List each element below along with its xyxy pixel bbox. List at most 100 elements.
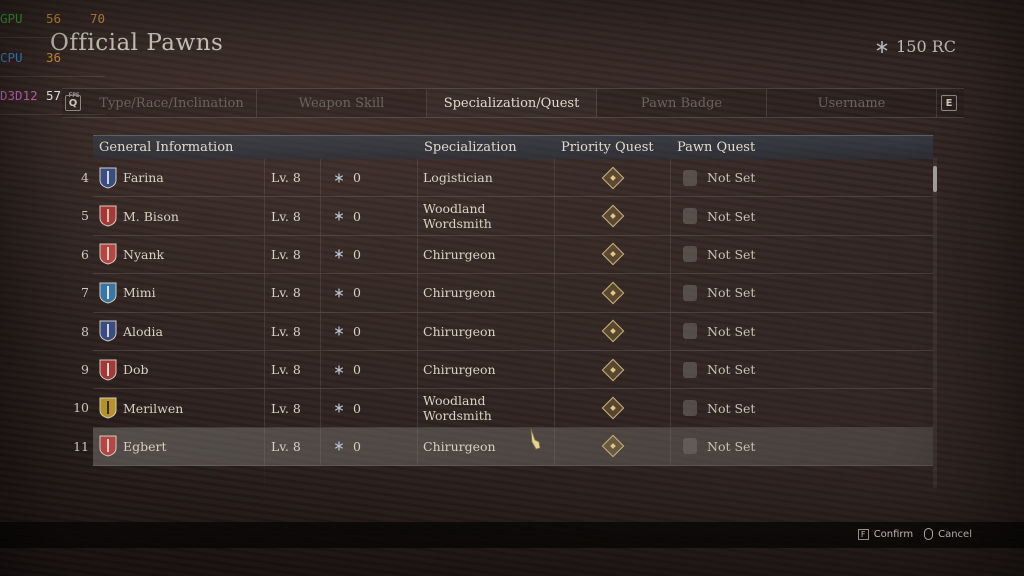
pawn-name: Mimi — [123, 285, 156, 301]
pawn-quest-icon — [683, 361, 697, 378]
pawn-name: Dob — [123, 362, 149, 378]
table-header: General Information Specialization Prior… — [93, 135, 933, 159]
pawn-quest-icon — [683, 169, 697, 186]
priority-quest-icon — [601, 166, 624, 190]
row-number: 6 — [81, 246, 89, 262]
pawn-name: Egbert — [123, 438, 167, 454]
pawn-rc-cell: 0 — [321, 350, 418, 389]
tab-pawn-badge[interactable]: Pawn Badge — [597, 89, 767, 117]
pawn-rc-value: 0 — [353, 400, 361, 416]
pawn-quest-cell: Not Set — [671, 428, 933, 465]
pawn-quest-status: Not Set — [707, 438, 756, 454]
pawn-rc-value: 0 — [353, 438, 361, 454]
pawn-quest-status: Not Set — [707, 323, 756, 339]
gpu-temp: 70 — [90, 11, 106, 27]
q-key-icon[interactable]: Q — [65, 95, 81, 111]
pawn-table: General Information Specialization Prior… — [93, 135, 933, 487]
table-row[interactable]: Merilwen Lv. 8 0 Woodland Wordsmith Not Set — [93, 389, 933, 428]
rift-crystal-balance: 150 RC — [874, 37, 956, 56]
tab-type-race-inclination[interactable]: Type/Race/Inclination — [87, 89, 257, 117]
api-label: D3D12 — [0, 87, 38, 103]
priority-quest-icon — [601, 396, 624, 420]
tab-weapon-skill[interactable]: Weapon Skill — [257, 89, 427, 117]
table-row-partial[interactable] — [93, 466, 933, 487]
vocation-shield-icon — [99, 397, 117, 419]
fps-value: 57 — [46, 87, 62, 103]
vocation-shield-icon — [99, 205, 117, 227]
currency-amount: 150 RC — [896, 37, 956, 56]
priority-quest-cell[interactable] — [555, 350, 671, 389]
pawn-rc-cell: 0 — [321, 197, 418, 235]
table-row[interactable]: Alodia Lv. 8 0 Chirurgeon Not Set — [93, 312, 933, 351]
cancel-button[interactable]: Cancel — [938, 529, 972, 540]
table-row[interactable]: Egbert Lv. 8 0 Chirurgeon Not Set — [93, 427, 933, 467]
priority-quest-icon — [601, 319, 624, 343]
pawn-rc-cell: 0 — [321, 235, 418, 274]
rift-crystal-icon — [334, 249, 344, 259]
row-number: 10 — [73, 400, 89, 416]
priority-quest-icon — [601, 358, 624, 381]
pawn-quest-icon — [683, 323, 697, 340]
e-key-icon[interactable]: E — [941, 95, 957, 111]
table-row[interactable]: Mimi Lv. 8 0 Chirurgeon Not Set — [93, 274, 933, 313]
page-title: Official Pawns — [50, 30, 224, 56]
pawn-quest-cell: Not Set — [671, 351, 933, 388]
priority-quest-icon — [601, 204, 624, 228]
pawn-quest-icon — [683, 246, 697, 263]
priority-quest-icon — [601, 281, 624, 305]
table-row[interactable]: Nyank Lv. 8 0 Chirurgeon Not Set — [93, 235, 933, 275]
priority-quest-cell[interactable] — [555, 235, 671, 274]
header-priority-quest: Priority Quest — [561, 140, 654, 155]
rift-crystal-icon — [334, 326, 344, 336]
priority-quest-cell[interactable] — [555, 274, 671, 312]
priority-quest-cell[interactable] — [555, 197, 671, 235]
pawn-name: Alodia — [123, 323, 164, 339]
priority-quest-cell[interactable] — [555, 427, 671, 466]
scrollbar[interactable] — [933, 158, 937, 488]
gpu-usage: 56 — [46, 11, 62, 27]
pawn-quest-status: Not Set — [707, 362, 756, 378]
gpu-label: GPU — [0, 11, 23, 27]
pawn-specialization: Woodland Wordsmith — [418, 389, 555, 427]
table-row[interactable]: Farina Lv. 8 0 Logistician Not Set — [93, 159, 933, 198]
pawn-level: Lv. 8 — [265, 389, 321, 427]
pawn-quest-cell: Not Set — [671, 236, 933, 273]
tab-username[interactable]: Username — [767, 89, 937, 117]
pawn-quest-cell: Not Set — [671, 274, 933, 311]
pawn-level: Lv. 8 — [265, 197, 321, 235]
header-general-information: General Information — [99, 140, 234, 155]
pawn-specialization: Chirurgeon — [418, 312, 555, 350]
tab-specialization-quest[interactable]: Specialization/Quest — [427, 89, 597, 117]
table-row[interactable]: M. Bison Lv. 8 0 Woodland Wordsmith Not Set — [93, 197, 933, 236]
pawn-quest-cell: Not Set — [671, 389, 933, 426]
pawn-name: M. Bison — [123, 208, 179, 224]
pawn-rc-cell: 0 — [321, 274, 418, 312]
pawn-quest-status: Not Set — [707, 170, 756, 186]
priority-quest-icon — [601, 243, 624, 266]
pawn-name-cell: Merilwen — [93, 389, 265, 427]
scroll-thumb[interactable] — [933, 166, 937, 192]
pawn-level: Lv. 8 — [265, 350, 321, 389]
pawn-name: Farina — [123, 170, 164, 186]
priority-quest-cell[interactable] — [555, 312, 671, 350]
pawn-specialization: Chirurgeon — [418, 350, 555, 389]
row-number: 8 — [81, 323, 89, 339]
pawn-specialization: Chirurgeon — [418, 274, 555, 312]
priority-quest-icon — [601, 435, 624, 458]
pawn-level: Lv. 8 — [265, 159, 321, 197]
pawn-rc-value: 0 — [353, 208, 361, 224]
pawn-rc-cell: 0 — [321, 389, 418, 427]
priority-quest-cell[interactable] — [555, 389, 671, 427]
vocation-shield-icon — [99, 320, 117, 342]
rift-crystal-icon — [334, 173, 344, 183]
pawn-name-cell: Egbert — [93, 427, 265, 466]
pawn-specialization: Woodland Wordsmith — [418, 197, 555, 235]
pawn-quest-icon — [683, 400, 697, 417]
rift-crystal-icon — [334, 403, 344, 413]
pawn-quest-status: Not Set — [707, 246, 756, 262]
pawn-quest-icon — [683, 208, 697, 225]
priority-quest-cell[interactable] — [555, 159, 671, 197]
pawn-quest-status: Not Set — [707, 208, 756, 224]
confirm-button[interactable]: Confirm — [874, 529, 913, 540]
table-row[interactable]: Dob Lv. 8 0 Chirurgeon Not Set — [93, 350, 933, 390]
